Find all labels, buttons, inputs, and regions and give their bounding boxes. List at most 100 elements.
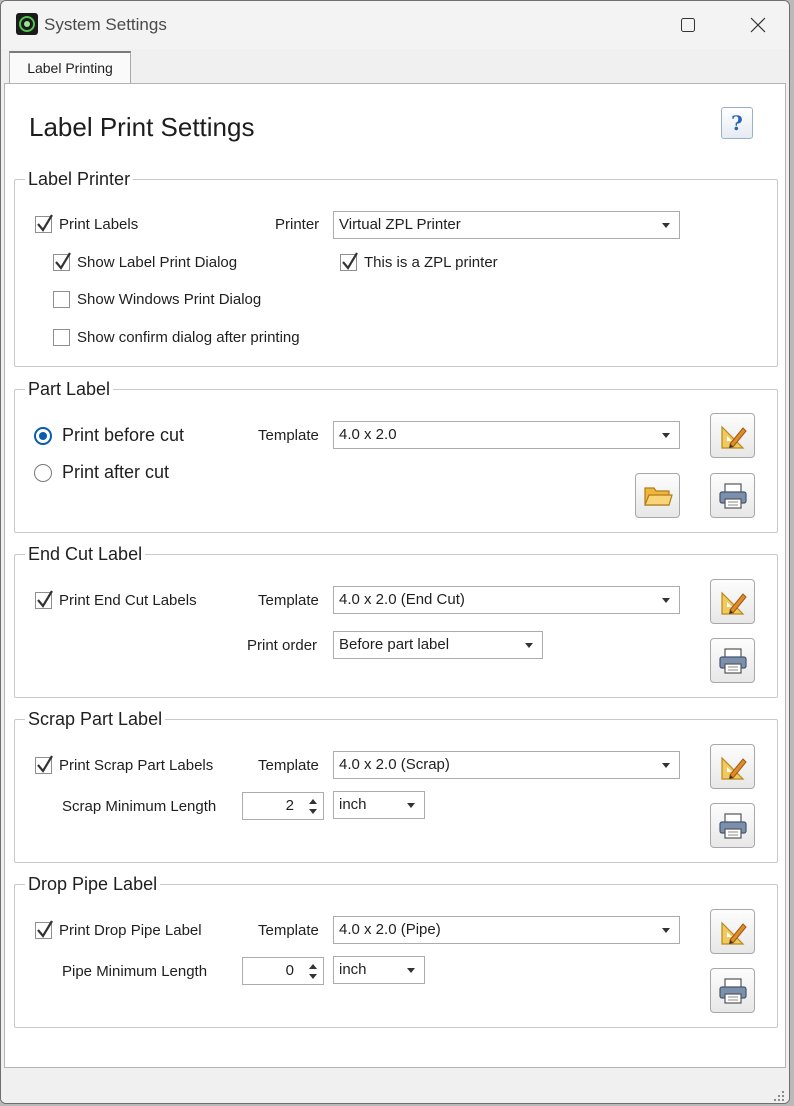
help-button[interactable]: ? — [721, 107, 753, 139]
help-icon: ? — [731, 111, 743, 135]
checkmark-icon — [37, 214, 53, 232]
show-windows-print-dialog-label: Show Windows Print Dialog — [77, 291, 262, 308]
print-labels-checkbox[interactable] — [35, 214, 53, 233]
edit-scrap-template-button[interactable] — [710, 744, 755, 789]
print-drop-pipe-label: Print Drop Pipe Label — [59, 922, 202, 939]
zpl-printer-checkbox[interactable] — [340, 252, 358, 271]
scrap-part-label-group: Scrap Part Label — [14, 709, 778, 863]
folder-icon — [643, 486, 673, 506]
pipe-unit-dropdown[interactable]: inch — [333, 956, 425, 984]
system-settings-window: System Settings Label Printing Label Pri… — [0, 0, 790, 1104]
scrap-template-dropdown[interactable]: 4.0 x 2.0 (Scrap) — [333, 751, 680, 779]
page-title: Label Print Settings — [29, 112, 255, 142]
maximize-icon — [681, 18, 695, 32]
zpl-printer-label: This is a ZPL printer — [364, 254, 498, 271]
print-scrap-label-button[interactable] — [710, 803, 755, 848]
edit-template-icon — [720, 591, 747, 615]
spin-up-icon[interactable] — [309, 964, 317, 969]
show-label-print-dialog-label: Show Label Print Dialog — [77, 254, 238, 271]
app-icon — [16, 13, 38, 35]
drop-pipe-label-legend: Drop Pipe Label — [28, 874, 158, 894]
resize-grip-icon[interactable] — [771, 1089, 785, 1103]
spin-down-icon[interactable] — [309, 974, 317, 979]
print-part-label-button[interactable] — [710, 473, 755, 518]
edit-template-icon — [720, 425, 747, 449]
close-button[interactable] — [735, 7, 781, 43]
chevron-down-icon — [662, 223, 670, 228]
scrap-template-value: 4.0 x 2.0 (Scrap) — [339, 756, 450, 773]
printer-icon — [718, 482, 747, 509]
label-printer-legend: Label Printer — [28, 169, 131, 189]
chevron-down-icon — [662, 928, 670, 933]
edit-template-icon — [720, 921, 747, 945]
drop-pipe-label-group: Drop Pipe Label — [14, 874, 778, 1028]
checkmark-icon — [37, 755, 53, 773]
scrap-min-length-value: 2 — [285, 797, 294, 814]
scrap-unit-value: inch — [339, 796, 367, 813]
show-confirm-dialog-label: Show confirm dialog after printing — [77, 329, 300, 346]
print-after-cut-radio[interactable] — [34, 464, 52, 482]
pipe-min-length-value: 0 — [285, 962, 294, 979]
end-cut-label-legend: End Cut Label — [28, 544, 143, 564]
spin-down-icon[interactable] — [309, 809, 317, 814]
scrap-min-length-stepper[interactable]: 2 — [242, 792, 324, 820]
scrap-template-label: Template — [258, 757, 319, 774]
printer-dropdown[interactable]: Virtual ZPL Printer — [333, 211, 680, 239]
end-cut-label-group: End Cut Label — [14, 544, 778, 698]
close-icon — [750, 17, 766, 33]
printer-icon — [718, 812, 747, 839]
print-order-value: Before part label — [339, 636, 450, 653]
print-end-cut-label-button[interactable] — [710, 638, 755, 683]
print-order-dropdown[interactable]: Before part label — [333, 631, 543, 659]
chevron-down-icon — [662, 598, 670, 603]
end-cut-template-dropdown[interactable]: 4.0 x 2.0 (End Cut) — [333, 586, 680, 614]
chevron-down-icon — [662, 763, 670, 768]
print-order-label: Print order — [247, 637, 318, 654]
checkmark-icon — [37, 590, 53, 608]
chevron-down-icon — [525, 643, 533, 648]
open-folder-button[interactable] — [635, 473, 680, 518]
scrap-min-length-label: Scrap Minimum Length — [62, 798, 217, 815]
print-after-cut-label: Print after cut — [62, 462, 170, 482]
scrap-part-label-legend: Scrap Part Label — [28, 709, 163, 729]
edit-pipe-template-button[interactable] — [710, 909, 755, 954]
print-scrap-checkbox[interactable] — [35, 755, 53, 774]
maximize-button[interactable] — [665, 7, 711, 43]
print-labels-label: Print Labels — [59, 216, 139, 233]
printer-value: Virtual ZPL Printer — [339, 216, 461, 233]
end-cut-template-label: Template — [258, 592, 319, 609]
edit-template-button[interactable] — [710, 413, 755, 458]
chevron-down-icon — [407, 803, 415, 808]
part-template-label: Template — [258, 427, 319, 444]
end-cut-template-value: 4.0 x 2.0 (End Cut) — [339, 591, 465, 608]
part-template-value: 4.0 x 2.0 — [339, 426, 397, 443]
printer-label: Printer — [275, 216, 320, 233]
print-drop-pipe-checkbox[interactable] — [35, 920, 53, 939]
scrap-unit-dropdown[interactable]: inch — [333, 791, 425, 819]
window-title: System Settings — [44, 15, 167, 34]
pipe-min-length-stepper[interactable]: 0 — [242, 957, 324, 985]
print-end-cut-checkbox[interactable] — [35, 590, 53, 609]
show-windows-print-dialog-checkbox[interactable] — [53, 291, 70, 308]
edit-template-icon — [720, 756, 747, 780]
print-before-cut-radio[interactable] — [34, 427, 52, 445]
part-template-dropdown[interactable]: 4.0 x 2.0 — [333, 421, 680, 449]
tab-strip: Label Printing — [1, 49, 789, 84]
tab-label-printing[interactable]: Label Printing — [9, 51, 131, 84]
print-pipe-label-button[interactable] — [710, 968, 755, 1013]
part-label-legend: Part Label — [28, 379, 111, 399]
show-label-print-dialog-checkbox[interactable] — [53, 252, 71, 271]
checkmark-icon — [55, 252, 71, 270]
pipe-template-value: 4.0 x 2.0 (Pipe) — [339, 921, 441, 938]
show-confirm-dialog-checkbox[interactable] — [53, 329, 70, 346]
checkmark-icon — [342, 252, 358, 270]
printer-icon — [718, 647, 747, 674]
edit-end-cut-template-button[interactable] — [710, 579, 755, 624]
spin-up-icon[interactable] — [309, 799, 317, 804]
printer-icon — [718, 977, 747, 1004]
chevron-down-icon — [407, 968, 415, 973]
title-bar: System Settings — [1, 1, 789, 49]
pipe-template-dropdown[interactable]: 4.0 x 2.0 (Pipe) — [333, 916, 680, 944]
print-end-cut-label: Print End Cut Labels — [59, 592, 197, 609]
pipe-unit-value: inch — [339, 961, 367, 978]
